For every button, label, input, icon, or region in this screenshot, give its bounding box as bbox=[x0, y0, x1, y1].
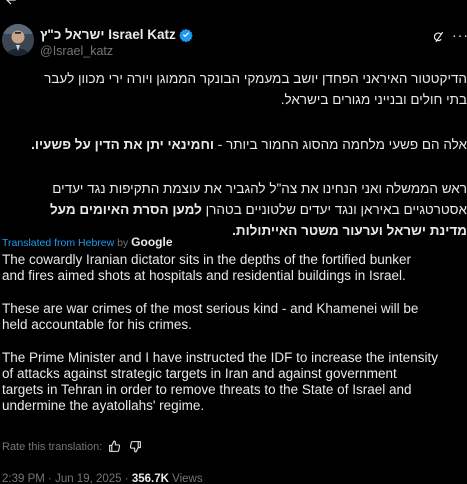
meta-separator: · bbox=[44, 473, 56, 484]
english-p1-line1: The cowardly Iranian dictator sits in th… bbox=[2, 252, 411, 267]
hebrew-p2-regular: אלה הם פשעי מלחמה מהסוג החמור ביותר - bbox=[213, 137, 467, 152]
rate-translation: Rate this translation: bbox=[2, 440, 142, 453]
hebrew-p3-line2: אסטרטגיים באיראן ונגד יעדים שלטוניים בטה… bbox=[0, 199, 467, 220]
english-p2-line1: These are war crimes of the most serious… bbox=[2, 301, 419, 316]
tweet-date[interactable]: Jun 19, 2025 bbox=[55, 473, 122, 484]
display-name-hebrew[interactable]: ישראל כ"ץ bbox=[40, 27, 104, 42]
hebrew-paragraph-1: הדיקטטור האיראני הפחדן יושב במעמקי הבונק… bbox=[0, 68, 467, 110]
rate-translation-label: Rate this translation: bbox=[2, 440, 103, 453]
hebrew-p1-line1: הדיקטטור האיראני הפחדן יושב במעמקי הבונק… bbox=[44, 71, 467, 86]
english-paragraph-3: The Prime Minister and I have instructed… bbox=[2, 350, 467, 414]
verified-badge-icon[interactable] bbox=[178, 28, 193, 42]
views-label: Views bbox=[172, 473, 203, 484]
display-name-english[interactable]: Israel Katz bbox=[108, 27, 176, 42]
views-count: 356.7K bbox=[131, 473, 169, 484]
english-p3-line1: The Prime Minister and I have instructed… bbox=[2, 350, 438, 365]
hebrew-p2-line: אלה הם פשעי מלחמה מהסוג החמור ביותר - וח… bbox=[0, 134, 467, 155]
handle[interactable]: @Israel_katz bbox=[40, 44, 113, 58]
meta-separator-2: · bbox=[121, 473, 132, 484]
google-logo: Google bbox=[131, 235, 173, 249]
translation-attribution: Translated from Hebrew by Google bbox=[2, 235, 173, 249]
hebrew-p3-line1: ראש הממשלה ואני הנחינו את צה"ל להגביר את… bbox=[52, 181, 467, 196]
english-p2-line2: held accountable for his crimes. bbox=[2, 317, 192, 332]
tweet-time[interactable]: 2:39 PM bbox=[2, 473, 45, 484]
tweet-page: ישראל כ"ץ Israel Katz @Israel_katz ··· ה… bbox=[0, 0, 467, 484]
english-p1-line2: and fires aimed shots at hospitals and r… bbox=[2, 268, 406, 283]
grok-icon[interactable] bbox=[432, 30, 446, 44]
english-paragraph-1: The cowardly Iranian dictator sits in th… bbox=[2, 252, 467, 284]
top-bar bbox=[0, 0, 467, 14]
english-p3-line2: of attacks against strategic targets in … bbox=[2, 366, 397, 381]
thumbs-down-icon[interactable] bbox=[129, 440, 142, 453]
tweet-header: ישראל כ"ץ Israel Katz @Israel_katz ··· bbox=[0, 22, 467, 62]
english-p3-line4: undermine the ayatollahs' regime. bbox=[2, 398, 205, 413]
translated-from-link[interactable]: Translated from Hebrew bbox=[2, 237, 114, 249]
hebrew-p2-bold: וחמינאי יתן את הדין על פשעיו. bbox=[31, 137, 214, 152]
more-options-icon[interactable]: ··· bbox=[452, 27, 467, 43]
hebrew-paragraph-2: אלה הם פשעי מלחמה מהסוג החמור ביותר - וח… bbox=[0, 134, 467, 155]
hebrew-paragraph-3: ראש הממשלה ואני הנחינו את צה"ל להגביר את… bbox=[0, 178, 467, 241]
english-paragraph-2: These are war crimes of the most serious… bbox=[2, 301, 467, 333]
thumbs-up-icon[interactable] bbox=[108, 440, 121, 453]
hebrew-p3-line2-regular: אסטרטגיים באיראן ונגד יעדים שלטוניים בטה… bbox=[201, 202, 467, 217]
translated-by: by bbox=[117, 237, 129, 249]
avatar[interactable] bbox=[2, 24, 34, 56]
tweet-meta: 2:39 PM · Jun 19, 2025 · 356.7K Views bbox=[2, 473, 203, 484]
hebrew-p3-line2-bold: למען הסרת האיומים מעל bbox=[49, 202, 202, 217]
arrow-left-icon[interactable] bbox=[4, 0, 18, 7]
english-p3-line3: targets in Tehran in order to remove thr… bbox=[2, 382, 412, 397]
display-name-row: ישראל כ"ץ Israel Katz bbox=[40, 27, 193, 42]
hebrew-p1-line2: בתי חולים ובנייני מגורים בישראל. bbox=[280, 92, 467, 107]
